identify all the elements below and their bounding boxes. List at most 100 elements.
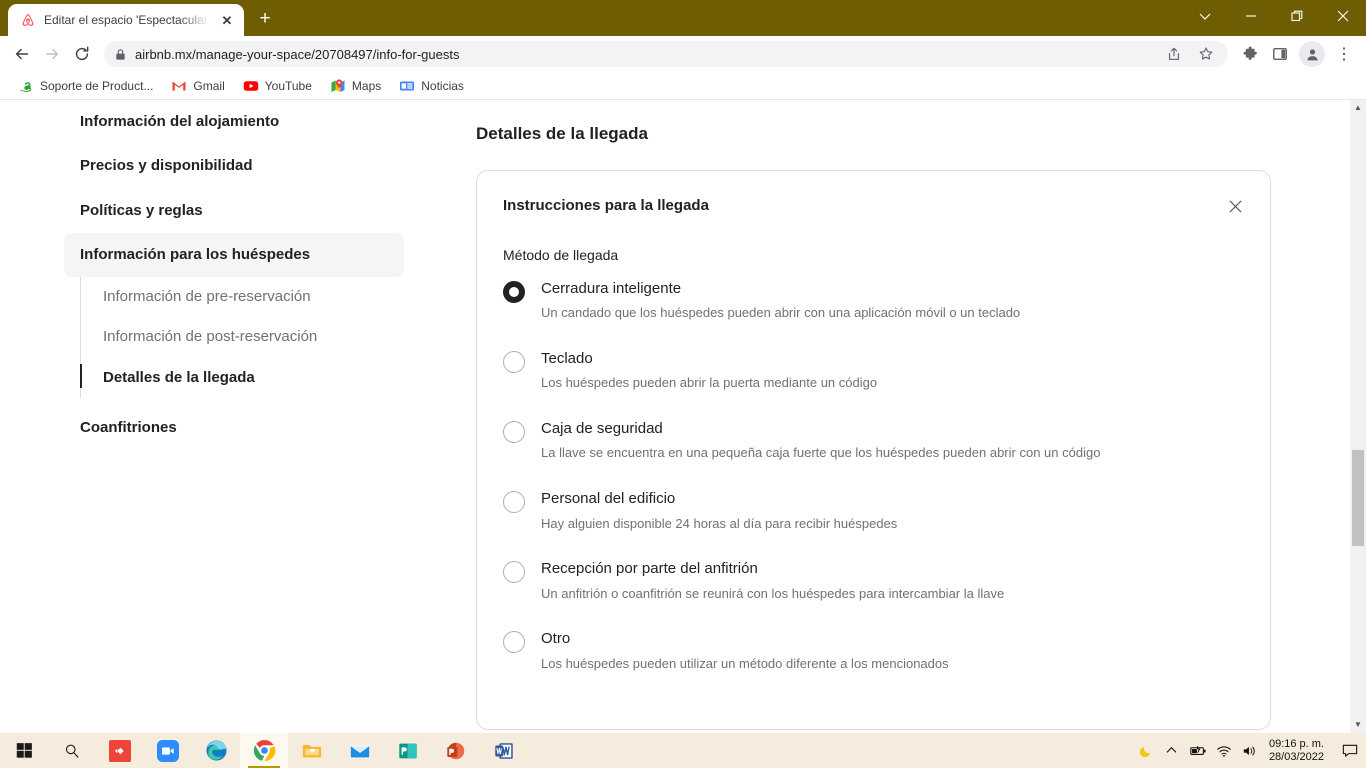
scroll-down-button[interactable]: ▼: [1350, 717, 1366, 733]
close-card-button[interactable]: [1222, 193, 1248, 219]
battery-button[interactable]: [1185, 733, 1211, 768]
taskbar-app-zoom[interactable]: [144, 733, 192, 768]
volume-button[interactable]: [1237, 733, 1263, 768]
edge-icon: [205, 739, 228, 762]
amazon-icon: [18, 78, 34, 94]
side-panel-button[interactable]: [1266, 40, 1294, 68]
close-icon: [1228, 199, 1243, 214]
radio-indicator[interactable]: [503, 561, 525, 583]
option-description: Un candado que los huéspedes pueden abri…: [541, 304, 1101, 323]
maps-icon: [330, 78, 346, 94]
zoom-icon: [157, 740, 179, 762]
arrow-right-icon: [43, 45, 61, 63]
section-nav: Información del alojamiento Precios y di…: [64, 100, 404, 450]
maximize-button[interactable]: [1274, 0, 1320, 32]
browser-toolbar: airbnb.mx/manage-your-space/20708497/inf…: [0, 36, 1366, 72]
page-viewport: Información del alojamiento Precios y di…: [0, 100, 1366, 733]
taskbar-app-powerpoint[interactable]: [432, 733, 480, 768]
reload-button[interactable]: [68, 40, 96, 68]
taskbar-search-button[interactable]: [48, 733, 96, 768]
taskbar-app-mail[interactable]: [336, 733, 384, 768]
minimize-icon: [1245, 10, 1257, 22]
radio-indicator[interactable]: [503, 421, 525, 443]
browser-tab-active[interactable]: Editar el espacio 'Espectacular Vis ✕: [8, 4, 244, 36]
side-panel-icon: [1272, 46, 1288, 62]
option-label: Personal del edificio: [541, 489, 1246, 509]
page-scrollbar[interactable]: ▲ ▼: [1350, 100, 1366, 733]
option-texts: Teclado Los huéspedes pueden abrir la pu…: [541, 349, 1246, 393]
minimize-button[interactable]: [1228, 0, 1274, 32]
network-button[interactable]: [1211, 733, 1237, 768]
address-bar-text[interactable]: airbnb.mx/manage-your-space/20708497/inf…: [135, 47, 1154, 62]
forward-button[interactable]: [38, 40, 66, 68]
close-icon: [1337, 10, 1349, 22]
bookmark-label: Gmail: [193, 79, 224, 93]
sidebar-item-listing-info[interactable]: Información del alojamiento: [64, 100, 404, 144]
news-icon: [399, 78, 415, 94]
night-light-button[interactable]: [1133, 733, 1159, 768]
notifications-icon: [1342, 743, 1358, 758]
radio-indicator[interactable]: [503, 491, 525, 513]
airbnb-manage-space-page: Información del alojamiento Precios y di…: [0, 100, 1350, 733]
taskbar-app-file-explorer[interactable]: [288, 733, 336, 768]
window-controls: [1182, 0, 1366, 32]
taskbar-app-anydesk[interactable]: [96, 733, 144, 768]
radio-indicator[interactable]: [503, 631, 525, 653]
taskbar-app-publisher[interactable]: [384, 733, 432, 768]
anydesk-icon: [109, 740, 131, 762]
option-texts: Recepción por parte del anfitrión Un anf…: [541, 559, 1246, 603]
radio-indicator[interactable]: [503, 281, 525, 303]
airbnb-logo-icon: [20, 12, 36, 28]
tab-search-chevron-icon[interactable]: [1182, 0, 1228, 32]
chevron-down-icon: [1199, 10, 1211, 22]
sidebar-subitem-post-booking[interactable]: Información de post-reservación: [81, 317, 404, 357]
scroll-up-button[interactable]: ▲: [1350, 100, 1366, 116]
mail-icon: [349, 740, 371, 762]
sidebar-item-cohosts[interactable]: Coanfitriones: [64, 406, 404, 450]
extensions-button[interactable]: [1236, 40, 1264, 68]
bookmark-item[interactable]: Gmail: [163, 75, 232, 97]
browser-menu-button[interactable]: ⋮: [1330, 40, 1358, 68]
sidebar-subitem-arrival-details[interactable]: Detalles de la llegada: [81, 358, 404, 398]
option-description: Un anfitrión o coanfitrión se reunirá co…: [541, 585, 1101, 604]
taskbar-app-chrome[interactable]: [240, 733, 288, 768]
option-texts: Caja de seguridad La llave se encuentra …: [541, 419, 1246, 463]
taskbar-clock[interactable]: 09:16 p. m. 28/03/2022: [1263, 733, 1334, 768]
taskbar-app-edge[interactable]: [192, 733, 240, 768]
radio-option-keypad[interactable]: Teclado Los huéspedes pueden abrir la pu…: [503, 349, 1246, 393]
radio-option-lockbox[interactable]: Caja de seguridad La llave se encuentra …: [503, 419, 1246, 463]
scrollbar-thumb[interactable]: [1352, 450, 1364, 546]
bookmark-item[interactable]: Noticias: [391, 75, 472, 97]
bookmark-item[interactable]: YouTube: [235, 75, 320, 97]
sidebar-item-policies[interactable]: Políticas y reglas: [64, 189, 404, 233]
address-bar[interactable]: airbnb.mx/manage-your-space/20708497/inf…: [104, 41, 1228, 67]
radio-option-smart-lock[interactable]: Cerradura inteligente Un candado que los…: [503, 279, 1246, 323]
volume-icon: [1242, 744, 1258, 758]
back-button[interactable]: [8, 40, 36, 68]
browser-titlebar: Editar el espacio 'Espectacular Vis ✕ +: [0, 0, 1366, 36]
publisher-icon: [397, 740, 419, 762]
bookmark-item[interactable]: Maps: [322, 75, 389, 97]
option-label: Caja de seguridad: [541, 419, 1246, 439]
bookmark-item[interactable]: Soporte de Product...: [10, 75, 161, 97]
close-window-button[interactable]: [1320, 0, 1366, 32]
show-hidden-icons-button[interactable]: [1159, 733, 1185, 768]
start-button[interactable]: [0, 733, 48, 768]
profile-button[interactable]: [1299, 41, 1325, 67]
sidebar-item-guest-info[interactable]: Información para los huéspedes: [64, 233, 404, 277]
bookmark-star-icon[interactable]: [1194, 42, 1218, 66]
tab-close-icon[interactable]: ✕: [218, 11, 236, 29]
taskbar-app-word[interactable]: [480, 733, 528, 768]
radio-option-host-greeting[interactable]: Recepción por parte del anfitrión Un anf…: [503, 559, 1246, 603]
sidebar-item-pricing[interactable]: Precios y disponibilidad: [64, 144, 404, 188]
main-content: Detalles de la llegada Instrucciones par…: [476, 100, 1271, 730]
notifications-button[interactable]: [1334, 733, 1366, 768]
tab-title: Editar el espacio 'Espectacular Vis: [44, 13, 210, 27]
radio-option-building-staff[interactable]: Personal del edificio Hay alguien dispon…: [503, 489, 1246, 533]
radio-indicator[interactable]: [503, 351, 525, 373]
share-icon[interactable]: [1162, 42, 1186, 66]
radio-option-other[interactable]: Otro Los huéspedes pueden utilizar un mé…: [503, 629, 1246, 673]
new-tab-button[interactable]: +: [250, 3, 280, 33]
sidebar-subitem-pre-booking[interactable]: Información de pre-reservación: [81, 277, 404, 317]
card-header: Instrucciones para la llegada: [503, 197, 1246, 219]
